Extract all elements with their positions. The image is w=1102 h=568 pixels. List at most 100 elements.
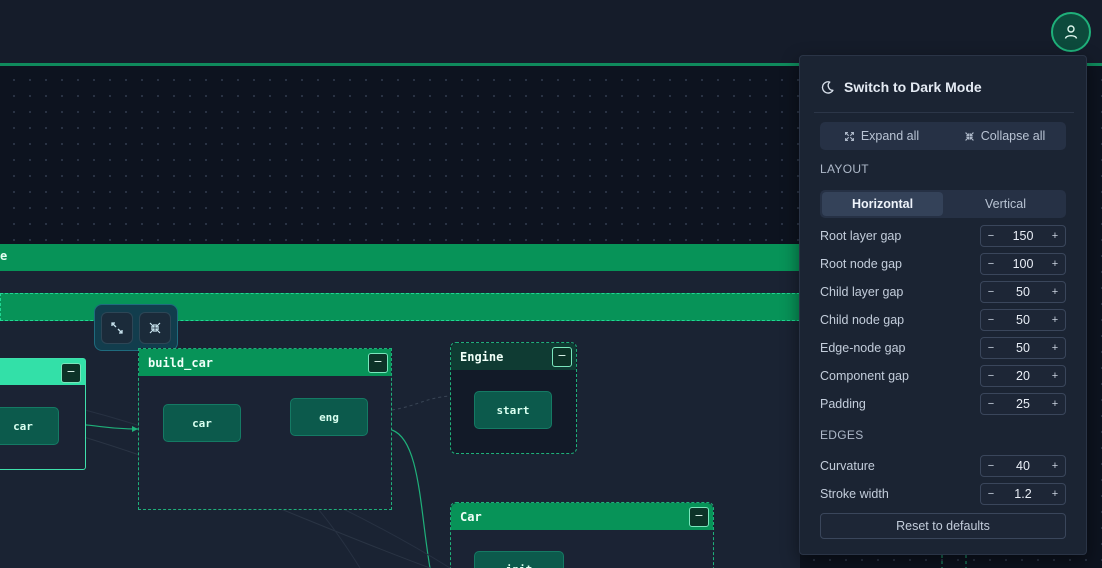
increment-button[interactable]: + (1045, 314, 1065, 326)
group-build-car-title: build_car (148, 355, 214, 370)
layout-setting-row: Root node gap −100 + (820, 253, 1066, 275)
layout-setting-stepper: −150 + (980, 225, 1066, 247)
decrement-button[interactable]: − (981, 370, 1001, 382)
layout-setting-label: Child layer gap (820, 285, 904, 299)
node-start[interactable]: start (474, 391, 552, 429)
layout-setting-stepper: −50 + (980, 309, 1066, 331)
layout-section-label: LAYOUT (820, 162, 869, 176)
collapse-group-button[interactable] (139, 311, 171, 344)
collapse-build-car-button[interactable]: − (368, 353, 388, 373)
group-controls (94, 304, 178, 351)
increment-button[interactable]: + (1045, 370, 1065, 382)
node-eng[interactable]: eng (290, 398, 368, 436)
layout-setting-stepper: −25 + (980, 393, 1066, 415)
layout-setting-value[interactable]: 50 (1001, 285, 1045, 299)
group-build-car[interactable]: build_car − car eng (138, 348, 392, 510)
expand-group-button[interactable] (101, 311, 133, 344)
layout-setting-label: Root node gap (820, 257, 903, 271)
edge-setting-row: Stroke width −1.2 + (820, 483, 1066, 505)
reset-defaults-button[interactable]: Reset to defaults (820, 513, 1066, 539)
decrement-button[interactable]: − (981, 488, 1001, 500)
group-car[interactable]: Car − init (450, 502, 714, 568)
group-left[interactable]: − car (0, 358, 86, 470)
edge-setting-label: Curvature (820, 459, 875, 473)
layout-setting-value[interactable]: 25 (1001, 397, 1045, 411)
decrement-button[interactable]: − (981, 286, 1001, 298)
layout-setting-row: Component gap −20 + (820, 365, 1066, 387)
collapse-engine-button[interactable]: − (552, 347, 572, 367)
node-init[interactable]: init (474, 551, 564, 568)
group-car-title: Car (460, 509, 482, 524)
theme-toggle[interactable]: Switch to Dark Mode (820, 76, 982, 98)
edge-setting-label: Stroke width (820, 487, 889, 501)
panel-divider (814, 112, 1074, 113)
orientation-toggle: Horizontal Vertical (820, 190, 1066, 218)
user-icon (1064, 25, 1078, 39)
collapse-all-label: Collapse all (980, 129, 1046, 143)
edge-setting-stepper: −1.2 + (980, 483, 1066, 505)
layout-setting-label: Padding (820, 397, 866, 411)
increment-button[interactable]: + (1045, 398, 1065, 410)
collapse-car-button[interactable]: − (689, 507, 709, 527)
group-engine[interactable]: Engine − start (450, 342, 577, 454)
increment-button[interactable]: + (1045, 286, 1065, 298)
layout-setting-label: Child node gap (820, 313, 905, 327)
edge-setting-stepper: −40 + (980, 455, 1066, 477)
decrement-button[interactable]: − (981, 230, 1001, 242)
expand-icon (844, 131, 854, 141)
collapse-left-button[interactable]: − (61, 363, 81, 383)
layout-setting-stepper: −100 + (980, 253, 1066, 275)
increment-button[interactable]: + (1045, 342, 1065, 354)
edge-setting-row: Curvature −40 + (820, 455, 1066, 477)
layout-setting-label: Root layer gap (820, 229, 902, 243)
edge-setting-value[interactable]: 1.2 (1001, 487, 1045, 501)
layout-setting-stepper: −50 + (980, 281, 1066, 303)
group-engine-title: Engine (460, 349, 504, 364)
layout-setting-value[interactable]: 100 (1001, 257, 1045, 271)
node-car[interactable]: car (163, 404, 241, 442)
orientation-horizontal[interactable]: Horizontal (822, 192, 943, 216)
increment-button[interactable]: + (1045, 258, 1065, 270)
orientation-vertical[interactable]: Vertical (945, 190, 1066, 218)
collapse-icon (964, 131, 974, 141)
group-build-car-header: build_car (139, 349, 391, 376)
app-root: e − car build_car − car eng Engine − sta… (0, 0, 1102, 568)
layout-setting-row: Child layer gap −50 + (820, 281, 1066, 303)
layout-setting-label: Edge-node gap (820, 341, 906, 355)
decrement-button[interactable]: − (981, 258, 1001, 270)
layout-setting-row: Root layer gap −150 + (820, 225, 1066, 247)
theme-toggle-label: Switch to Dark Mode (844, 79, 982, 95)
layout-setting-value[interactable]: 20 (1001, 369, 1045, 383)
collapse-all-button[interactable]: Collapse all (943, 122, 1066, 150)
layout-setting-stepper: −20 + (980, 365, 1066, 387)
layout-setting-row: Child node gap −50 + (820, 309, 1066, 331)
moon-icon (821, 80, 834, 94)
group-car-header: Car (451, 503, 713, 530)
increment-button[interactable]: + (1045, 488, 1065, 500)
increment-button[interactable]: + (1045, 230, 1065, 242)
decrement-button[interactable]: − (981, 314, 1001, 326)
edge-setting-value[interactable]: 40 (1001, 459, 1045, 473)
settings-panel: Switch to Dark Mode Expand all Collapse … (799, 55, 1087, 555)
layout-setting-row: Padding −25 + (820, 393, 1066, 415)
collapse-icon (149, 322, 161, 333)
layout-setting-value[interactable]: 50 (1001, 313, 1045, 327)
decrement-button[interactable]: − (981, 342, 1001, 354)
layout-setting-value[interactable]: 150 (1001, 229, 1045, 243)
outer-group-header[interactable]: e (0, 244, 820, 271)
expand-collapse-toggle: Expand all Collapse all (820, 122, 1066, 150)
user-menu-button[interactable] (1051, 12, 1091, 52)
expand-all-button[interactable]: Expand all (820, 122, 943, 150)
node-car-left[interactable]: car (0, 407, 59, 445)
increment-button[interactable]: + (1045, 460, 1065, 472)
decrement-button[interactable]: − (981, 460, 1001, 472)
layout-setting-stepper: −50 + (980, 337, 1066, 359)
decrement-button[interactable]: − (981, 398, 1001, 410)
layout-setting-value[interactable]: 50 (1001, 341, 1045, 355)
edges-section-label: EDGES (820, 428, 864, 442)
outer-group-label: e (0, 249, 8, 263)
expand-all-label: Expand all (860, 129, 920, 143)
layout-setting-row: Edge-node gap −50 + (820, 337, 1066, 359)
expand-icon (111, 321, 123, 334)
layout-setting-label: Component gap (820, 369, 909, 383)
